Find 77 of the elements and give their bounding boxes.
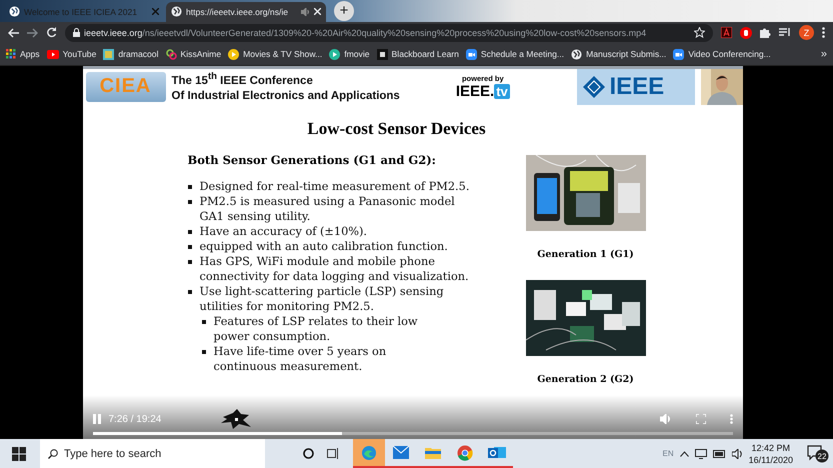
bullet-icon <box>188 230 192 234</box>
bookmark-link[interactable]: YouTube <box>46 49 96 60</box>
folder-icon <box>425 446 441 459</box>
lock-icon <box>73 28 80 38</box>
diamond-icon <box>582 76 604 98</box>
bullet-text: Have an accuracy of (±10%). <box>200 224 368 239</box>
bookmark-link[interactable]: fmovie <box>329 48 370 60</box>
bullet-icon <box>188 200 192 204</box>
bookmark-link[interactable]: dramacool <box>103 48 158 60</box>
bullet-text: Features of LSP relates to their low power consumption. <box>214 314 419 344</box>
pdf-icon[interactable] <box>721 27 732 38</box>
progress-track[interactable] <box>92 432 732 435</box>
chrome-icon <box>457 444 473 460</box>
bookmark-link[interactable]: Apps <box>6 49 40 60</box>
rings-icon <box>166 48 176 60</box>
bullet-text: Use light-scattering particle (LSP) sensing utilities for monitoring PM2.5. <box>200 284 445 314</box>
play-icon <box>228 48 240 60</box>
bullet-icon <box>188 244 192 249</box>
browser-tab[interactable]: https://ieeetv.ieee.org/ns/ie <box>166 2 326 22</box>
clock[interactable]: 12:42 PM 16/11/2020 <box>748 442 793 466</box>
windows-icon[interactable] <box>12 446 26 460</box>
menu-icon[interactable] <box>822 27 825 38</box>
playback-time: 7:26 / 19:24 <box>108 414 162 424</box>
slide-title: Low-cost Sensor Devices <box>306 118 487 140</box>
mail-icon <box>393 446 409 459</box>
speaker-icon[interactable] <box>301 8 310 16</box>
bullet-text: PM2.5 is measured using a Panasonic model GA1 sensing utility. <box>200 194 456 224</box>
bullet-text: Have life-time over 5 years on continuous measurement. <box>214 344 388 374</box>
playlist-icon[interactable] <box>779 28 791 38</box>
conference-logo: CIEA <box>86 72 166 102</box>
search-field[interactable]: Type here to search <box>40 439 265 468</box>
tile-icon <box>103 48 114 60</box>
bullet-text: Has GPS, WiFi module and mobile phone connectivity for data logging and visualization. <box>200 254 470 284</box>
forward-icon[interactable] <box>27 28 38 38</box>
wave-icon <box>361 444 377 460</box>
profile-avatar[interactable]: Z <box>799 25 814 40</box>
camera-icon <box>673 48 684 60</box>
bullet-text: Designed for real-time measurement of PM2.5. <box>200 178 470 194</box>
ieee-logo: IEEE <box>576 68 694 105</box>
play-icon <box>46 50 59 59</box>
bookmark-link[interactable]: Video Conferencing... <box>673 48 771 60</box>
circle-icon[interactable] <box>303 448 314 459</box>
bookmark-link[interactable]: Movies & TV Show... <box>228 48 322 60</box>
monitor-icon[interactable] <box>694 448 707 458</box>
bookmark-link[interactable]: KissAnime <box>166 48 222 60</box>
conference-name: Of Industrial Electronics and Applications <box>172 89 400 104</box>
camera-icon <box>466 48 477 60</box>
figure-caption: Generation 1 (G1) <box>537 248 634 260</box>
star-icon[interactable] <box>694 27 705 38</box>
task-view-icon[interactable] <box>327 448 339 459</box>
volume-icon[interactable] <box>732 448 743 458</box>
more-bookmarks-button[interactable]: » <box>820 48 827 60</box>
puzzle-icon[interactable] <box>760 27 771 38</box>
emblem-drawing <box>219 407 254 431</box>
bullet-icon <box>202 350 206 354</box>
apps-grid-icon <box>6 49 16 60</box>
reload-icon[interactable] <box>46 27 57 38</box>
battery-icon[interactable] <box>712 450 726 458</box>
bookmark-link[interactable]: Schedule a Meeting... <box>466 48 564 60</box>
bullet-icon <box>188 184 192 189</box>
mail-icon <box>488 445 506 460</box>
bullet-text: equipped with an auto calibration function. <box>200 238 448 254</box>
caret-icon[interactable] <box>680 450 689 456</box>
figure-caption: Generation 2 (G2) <box>537 374 634 385</box>
bookmark-link[interactable]: Blackboard Learn <box>376 48 459 60</box>
bullet-icon <box>188 290 192 294</box>
conference-name: The 15$^{th}$ IEEE Conference <box>172 70 314 90</box>
play-icon <box>329 48 340 60</box>
address-bar[interactable]: ieeetv.ieee.org/ns/ieeetvdl/VolunteerGenerated/1309%20-%20Air%20quality%20sensing%20process%20using%20low-cost%20sensors.mp4 <box>65 24 713 42</box>
tv-logo: IEEE.tv <box>456 82 510 100</box>
back-icon[interactable] <box>8 28 19 38</box>
slide-heading: Both Sensor Generations (G1 and G2): <box>188 152 437 167</box>
bullet-icon <box>202 320 206 324</box>
bullet-icon <box>188 260 192 264</box>
new-tab-button[interactable]: + <box>334 0 354 21</box>
bb-icon <box>376 48 388 60</box>
bookmark-link[interactable]: Manuscript Submis... <box>571 48 666 60</box>
